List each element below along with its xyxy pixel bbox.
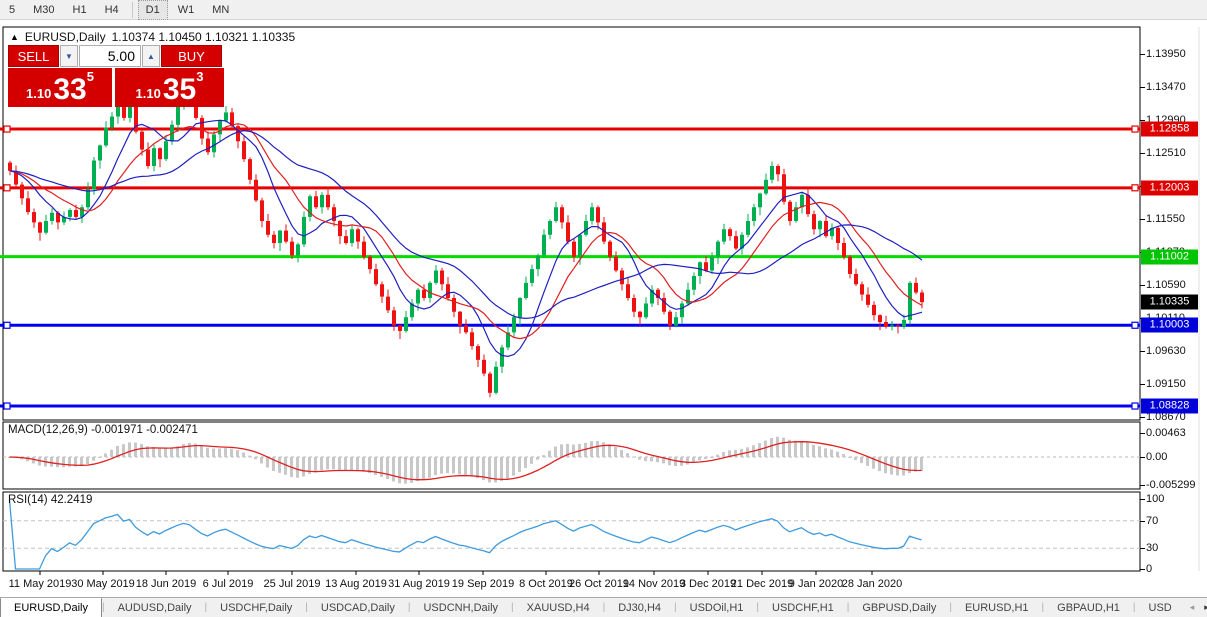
sell-price-base: 1.10 xyxy=(26,84,51,104)
price-axis-tick-tick xyxy=(1140,351,1145,352)
chart-tab-gbpaud-h1[interactable]: GBPAUD,H1 xyxy=(1044,598,1133,617)
chart-tab-bar: EURUSD,Daily|AUDUSD,Daily|USDCHF,Daily|U… xyxy=(0,597,1207,617)
date-axis-label: 18 Jun 2019 xyxy=(136,578,197,590)
price-axis-tick-tick xyxy=(1140,285,1145,286)
price-axis-tick-tick xyxy=(1140,417,1145,418)
collapse-icon[interactable]: ▲ xyxy=(10,32,19,42)
price-axis-tick-tick xyxy=(1140,54,1145,55)
level-badge-1.12003: 1.12003 xyxy=(1141,180,1198,195)
rsi-axis-tick: 100 xyxy=(1146,493,1164,505)
chart-tab-eurusd-h1[interactable]: EURUSD,H1 xyxy=(952,598,1042,617)
price-axis-tick: 1.13950 xyxy=(1146,48,1186,60)
chart-tab-gbpusd-daily[interactable]: GBPUSD,Daily xyxy=(849,598,949,617)
date-axis-label: 30 May 2019 xyxy=(71,578,135,590)
date-axis-label: 11 May 2019 xyxy=(9,578,72,590)
rsi-axis-tick-tick xyxy=(1140,499,1145,500)
price-axis-tick-tick xyxy=(1140,219,1145,220)
level-badge-1.12858: 1.12858 xyxy=(1141,122,1198,137)
sell-price-pips: 33 xyxy=(53,76,86,104)
price-axis-tick: 1.10590 xyxy=(1146,279,1186,291)
rsi-axis-tick-tick xyxy=(1140,569,1145,570)
chart-tab-eurusd-daily[interactable]: EURUSD,Daily xyxy=(0,597,102,617)
date-axis-label: 8 Oct 2019 xyxy=(519,578,573,590)
buy-price-point: 3 xyxy=(196,70,203,83)
macd-label: MACD(12,26,9) -0.001971 -0.002471 xyxy=(8,424,198,436)
volume-increase-button[interactable]: ▲ xyxy=(142,45,160,67)
chart-tab-xauusd-h4[interactable]: XAUUSD,H4 xyxy=(514,598,603,617)
chart-tab-audusd-daily[interactable]: AUDUSD,Daily xyxy=(105,598,205,617)
macd-axis-tick: 0.00 xyxy=(1146,451,1167,463)
macd-axis-tick: -0.005299 xyxy=(1146,479,1196,491)
current-price-badge: 1.10335 xyxy=(1141,295,1198,310)
chart-tab-dj30-h4[interactable]: DJ30,H4 xyxy=(605,598,674,617)
level-badge-1.11002: 1.11002 xyxy=(1141,249,1198,264)
chart-tab-usdoil-h1[interactable]: USDOil,H1 xyxy=(677,598,757,617)
buy-price-button[interactable]: 1.10 35 3 xyxy=(115,68,224,107)
chart-ohlc-values: 1.10374 1.10450 1.10321 1.10335 xyxy=(112,30,296,44)
macd-axis-tick-tick xyxy=(1140,433,1145,434)
macd-axis-tick-tick xyxy=(1140,485,1145,486)
date-axis-label: 6 Jul 2019 xyxy=(203,578,254,590)
rsi-axis-tick: 70 xyxy=(1146,515,1158,527)
rsi-axis-tick: 0 xyxy=(1146,563,1152,575)
level-badge-1.08828: 1.08828 xyxy=(1141,399,1198,414)
chart-tab-usdcnh-daily[interactable]: USDCNH,Daily xyxy=(410,598,511,617)
price-axis-tick: 1.09630 xyxy=(1146,345,1186,357)
sell-price-button[interactable]: 1.10 33 5 xyxy=(8,68,112,107)
trading-terminal-window: 5M30H1H4D1W1MN ▲ EURUSD,Daily 1.10374 1.… xyxy=(0,0,1207,617)
price-axis-tick: 1.12510 xyxy=(1146,147,1186,159)
rsi-axis-tick: 30 xyxy=(1146,542,1158,554)
date-axis-label: 19 Sep 2019 xyxy=(452,578,514,590)
buy-button[interactable]: BUY xyxy=(161,45,222,67)
chart-tab-usdchf-daily[interactable]: USDCHF,Daily xyxy=(207,598,305,617)
buy-price-pips: 35 xyxy=(163,76,196,104)
macd-axis-tick: 0.00463 xyxy=(1146,427,1186,439)
date-axis-label: 26 Oct 2019 xyxy=(569,578,629,590)
pane-frame-2 xyxy=(3,492,1140,571)
buy-price-base: 1.10 xyxy=(136,84,161,104)
sell-price-point: 5 xyxy=(87,70,94,83)
volume-input[interactable] xyxy=(79,45,141,67)
rsi-axis-tick-tick xyxy=(1140,548,1145,549)
date-axis-label: 21 Dec 2019 xyxy=(731,578,793,590)
chart-title: ▲ EURUSD,Daily 1.10374 1.10450 1.10321 1… xyxy=(10,30,295,44)
rsi-label: RSI(14) 42.2419 xyxy=(8,494,92,506)
price-axis-tick-tick xyxy=(1140,153,1145,154)
price-axis-tick: 1.11550 xyxy=(1146,213,1185,225)
price-axis-tick-tick xyxy=(1140,384,1145,385)
tab-scroll-left-button[interactable]: ◂ xyxy=(1185,598,1200,617)
date-axis-label: 3 Dec 2019 xyxy=(680,578,736,590)
sell-button[interactable]: SELL xyxy=(8,45,59,67)
trade-panel-controls: SELL ▼ ▲ BUY xyxy=(8,45,224,67)
level-badge-1.10003: 1.10003 xyxy=(1141,318,1198,333)
chart-tab-usdcad-daily[interactable]: USDCAD,Daily xyxy=(308,598,408,617)
macd-axis-tick-tick xyxy=(1140,457,1145,458)
trade-panel-prices: 1.10 33 5 1.10 35 3 xyxy=(8,68,224,107)
rsi-axis-tick-tick xyxy=(1140,521,1145,522)
date-axis-label: 31 Aug 2019 xyxy=(388,578,450,590)
chart-tab-usd[interactable]: USD xyxy=(1136,598,1185,617)
price-axis-tick-tick xyxy=(1140,87,1145,88)
date-axis-label: 9 Jan 2020 xyxy=(789,578,843,590)
chart-symbol-label: EURUSD,Daily xyxy=(25,30,106,44)
price-axis-tick: 1.13470 xyxy=(1146,81,1186,93)
volume-decrease-button[interactable]: ▼ xyxy=(60,45,78,67)
price-axis-tick: 1.09150 xyxy=(1146,378,1186,390)
tab-scroll-right-button[interactable]: ▸ xyxy=(1199,598,1207,617)
date-axis-label: 14 Nov 2019 xyxy=(623,578,685,590)
date-axis-label: 28 Jan 2020 xyxy=(842,578,903,590)
date-axis-label: 13 Aug 2019 xyxy=(325,578,387,590)
date-axis-label: 25 Jul 2019 xyxy=(264,578,321,590)
one-click-trade-panel: SELL ▼ ▲ BUY 1.10 33 5 1.10 35 3 xyxy=(8,45,224,107)
chart-tab-usdchf-h1[interactable]: USDCHF,H1 xyxy=(759,598,847,617)
